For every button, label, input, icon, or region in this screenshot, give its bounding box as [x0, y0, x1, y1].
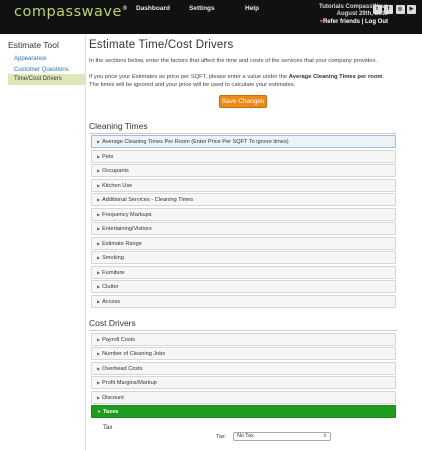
main-content: Estimate Time/Cost Drivers In the sectio…	[89, 34, 397, 450]
accordion-number-of-cleaning-jobs[interactable]: ▶ Number of Cleaning Jobs	[91, 347, 396, 360]
accordion-additional-services[interactable]: ▶ Additional Services - Cleaning Times	[91, 193, 396, 206]
chevron-right-icon: ▶	[97, 366, 101, 371]
nav-help[interactable]: Help	[245, 5, 259, 12]
chevron-right-icon: ▶	[97, 380, 101, 385]
accordion-payroll-costs[interactable]: ▶ Payroll Costs	[91, 333, 396, 346]
accordion-taxes[interactable]: ▼ Taxes	[91, 405, 396, 418]
select-arrows-icon: ⇕	[322, 433, 327, 439]
refer-friends-link[interactable]: Refer friends	[323, 19, 360, 25]
intro-text: In the sections below, enter the factors…	[89, 58, 377, 64]
chevron-right-icon: ▶	[97, 168, 101, 173]
chevron-right-icon: ▶	[97, 395, 101, 400]
facebook-icon[interactable]: f	[384, 5, 393, 14]
sidebar-item-appearance[interactable]: Appearance	[8, 54, 86, 65]
chevron-right-icon: ▶	[97, 351, 101, 356]
accordion-furniture[interactable]: ▶ Furniture	[91, 266, 396, 279]
accordion-access[interactable]: ▶ Access	[91, 295, 396, 308]
save-changes-button[interactable]: Save Changes	[219, 95, 267, 108]
chevron-right-icon: ▶	[97, 154, 101, 159]
chevron-right-icon: ▶	[97, 255, 101, 260]
accordion-kitchen-use[interactable]: ▶ Kitchen Use	[91, 179, 396, 192]
sqft-note: If you price your Estimates as price per…	[89, 74, 385, 88]
page-title: Estimate Time/Cost Drivers	[89, 39, 234, 51]
chevron-right-icon: ▶	[97, 183, 101, 188]
account-links: ♥Refer friends | Log Out	[319, 19, 388, 25]
accordion-avg-cleaning-times[interactable]: ▶ Average Cleaning Times Per Room (Enter …	[91, 135, 396, 148]
cleaning-times-heading: Cleaning Times	[89, 121, 148, 131]
chevron-right-icon: ▶	[97, 212, 101, 217]
cost-drivers-heading: Cost Drivers	[89, 318, 136, 328]
accordion-smoking[interactable]: ▶ Smoking	[91, 251, 396, 264]
chevron-right-icon: ▶	[97, 197, 101, 202]
accordion-pets[interactable]: ▶ Pets	[91, 150, 396, 163]
logout-link[interactable]: Log Out	[365, 19, 388, 25]
accordion-profit-margins[interactable]: ▶ Profit Margins/Markup	[91, 376, 396, 389]
chevron-right-icon: ▶	[97, 337, 101, 342]
divider	[89, 330, 397, 331]
chevron-down-icon: ▼	[97, 409, 101, 414]
tax-field-label: Tax:	[216, 434, 227, 440]
youtube-icon[interactable]: ▶	[407, 5, 416, 14]
instagram-icon[interactable]: ◎	[395, 5, 405, 14]
accordion-discount[interactable]: ▶ Discount	[91, 391, 396, 404]
sidebar-title: Estimate Tool	[8, 40, 59, 50]
tax-section-label: Tax	[103, 425, 113, 431]
nav-dashboard[interactable]: Dashboard	[136, 5, 170, 12]
accordion-clutter[interactable]: ▶ Clutter	[91, 280, 396, 293]
twitter-icon[interactable]: t	[372, 5, 382, 14]
tax-select[interactable]: No Tax ⇕	[233, 432, 331, 441]
chevron-right-icon: ▶	[97, 139, 101, 144]
divider	[89, 133, 397, 134]
logo[interactable]: compasswave®	[14, 4, 128, 20]
chevron-right-icon: ▶	[97, 241, 101, 246]
accordion-entertaining-visitors[interactable]: ▶ Entertaining/Visitors	[91, 222, 396, 235]
accordion-estimate-range[interactable]: ▶ Estimate Range	[91, 237, 396, 250]
chevron-right-icon: ▶	[97, 270, 101, 275]
social-links: t f ◎ ▶	[366, 5, 416, 14]
sidebar-item-time-cost-drivers[interactable]: Time/Cost Drivers	[8, 74, 86, 85]
top-bar: compasswave® Dashboard Settings Help Tut…	[0, 0, 422, 34]
sidebar: Estimate Tool Appearance Customer Questi…	[0, 34, 86, 450]
chevron-right-icon: ▶	[97, 226, 101, 231]
accordion-overhead-costs[interactable]: ▶ Overhead Costs	[91, 362, 396, 375]
accordion-frequency-markups[interactable]: ▶ Frequency Markups	[91, 208, 396, 221]
accordion-occupants[interactable]: ▶ Occupants	[91, 164, 396, 177]
nav-settings[interactable]: Settings	[189, 5, 215, 12]
chevron-right-icon: ▶	[97, 299, 101, 304]
link-separator: |	[361, 19, 364, 25]
chevron-right-icon: ▶	[97, 284, 101, 289]
